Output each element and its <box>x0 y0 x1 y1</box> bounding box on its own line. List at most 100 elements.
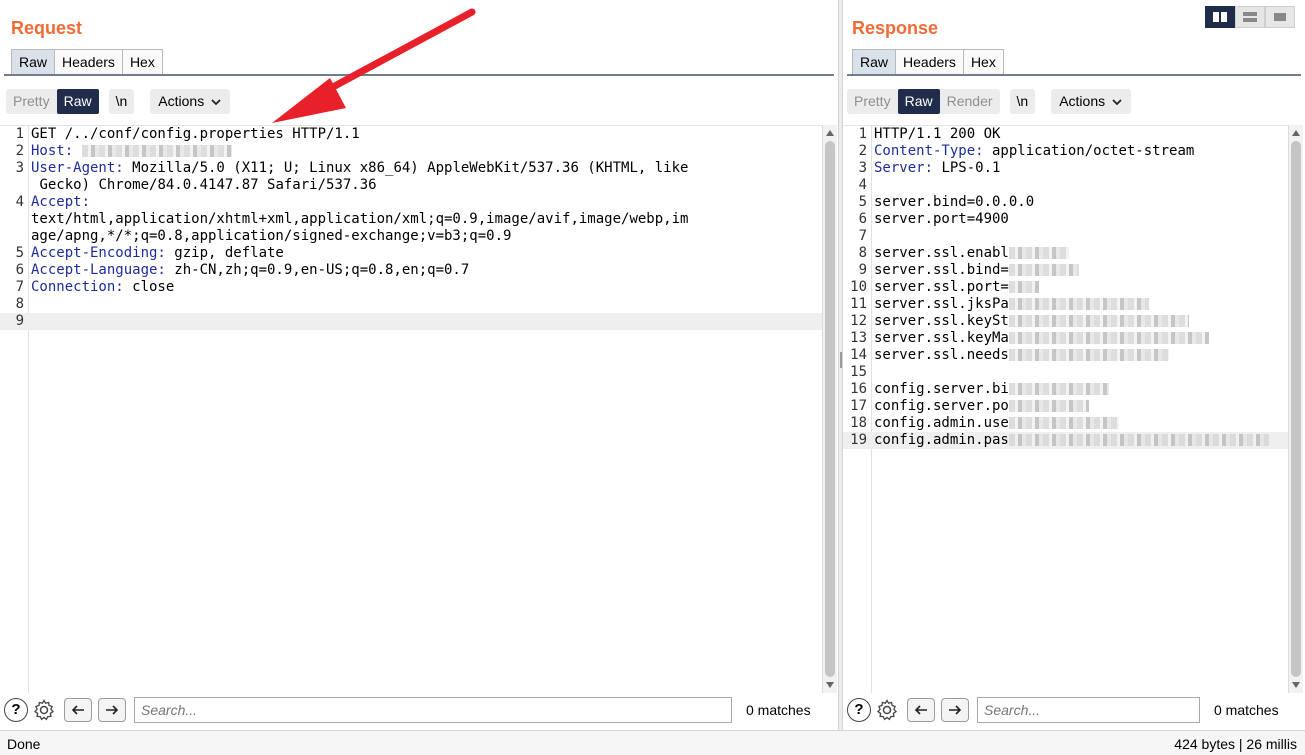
request-search-input[interactable] <box>134 697 732 723</box>
response-code-line: 6 server.port=4900 <box>843 211 1288 228</box>
arrow-right-icon <box>106 705 119 715</box>
response-tabs: Raw Headers Hex <box>852 49 1004 74</box>
redacted-value <box>1008 247 1069 259</box>
request-newline-toggle[interactable]: \n <box>108 89 135 114</box>
search-prev-button[interactable] <box>64 698 92 722</box>
search-next-button[interactable] <box>941 698 969 722</box>
request-tab-headers[interactable]: Headers <box>54 49 123 74</box>
gear-icon[interactable] <box>32 698 56 722</box>
code-text: server.ssl.jksPa <box>874 296 1009 312</box>
code-text: server.ssl.keyMa <box>874 330 1009 346</box>
response-size-time: 424 bytes | 26 millis <box>1174 736 1297 752</box>
response-view-raw[interactable]: Raw <box>897 89 940 114</box>
response-code-line: 15 <box>843 364 1288 381</box>
request-view-toggle: Pretty Raw <box>6 89 99 114</box>
code-text: config.server.po <box>874 398 1009 414</box>
line-number: 8 <box>858 245 867 261</box>
redacted-value <box>1008 400 1089 412</box>
request-code-line: 2 Host: <box>0 143 822 160</box>
header-name: Connection: <box>31 279 124 295</box>
layout-side-by-side-button[interactable] <box>1205 6 1235 28</box>
response-code-line: 5 server.bind=0.0.0.0 <box>843 194 1288 211</box>
scroll-up-icon[interactable] <box>1292 130 1300 136</box>
response-newline-toggle[interactable]: \n <box>1009 89 1036 114</box>
code-text: text/html,application/xhtml+xml,applicat… <box>31 211 689 244</box>
status-text: Done <box>7 736 41 752</box>
request-actions-button[interactable]: Actions <box>150 89 231 114</box>
response-tab-hex[interactable]: Hex <box>962 49 1004 74</box>
response-title: Response <box>852 18 939 38</box>
response-search-input[interactable] <box>977 697 1200 723</box>
redacted-value <box>1008 315 1189 327</box>
response-code-line: 4 <box>843 177 1288 194</box>
request-tab-raw[interactable]: Raw <box>11 49 56 74</box>
response-view-toggle: Pretty Raw Render <box>847 89 1000 114</box>
response-code-line: 19 config.admin.pas <box>843 432 1288 449</box>
request-view-pretty[interactable]: Pretty <box>6 89 57 114</box>
help-icon[interactable]: ? <box>4 698 28 722</box>
line-number: 15 <box>850 364 867 380</box>
line-number: 16 <box>850 381 867 397</box>
redacted-value <box>1008 298 1149 310</box>
response-view-pretty[interactable]: Pretty <box>847 89 898 114</box>
request-actions-label: Actions <box>158 93 205 109</box>
request-code-line: 5 Accept-Encoding: gzip, deflate <box>0 245 822 262</box>
response-tab-raw[interactable]: Raw <box>852 49 897 74</box>
line-number: 4 <box>858 177 867 193</box>
request-view-raw[interactable]: Raw <box>56 89 99 114</box>
response-code-line: 11 server.ssl.jksPa <box>843 296 1288 313</box>
scroll-down-icon[interactable] <box>1292 682 1300 688</box>
code-text: config.admin.use <box>874 415 1009 431</box>
response-view-render[interactable]: Render <box>940 89 1000 114</box>
request-tab-hex[interactable]: Hex <box>121 49 163 74</box>
search-prev-button[interactable] <box>907 698 935 722</box>
line-number: 2 <box>15 143 24 159</box>
request-title: Request <box>11 18 83 38</box>
response-code-line: 9 server.ssl.bind= <box>843 262 1288 279</box>
line-number: 3 <box>858 160 867 176</box>
response-scroll-thumb[interactable] <box>1291 141 1301 677</box>
layout-single-icon <box>1274 13 1286 21</box>
redacted-value <box>1008 349 1169 361</box>
request-pane: Request Raw Headers Hex Pretty Raw \n Ac… <box>0 0 838 730</box>
line-number: 1 <box>15 126 24 142</box>
line-number: 4 <box>15 194 24 210</box>
gear-icon[interactable] <box>875 698 899 722</box>
layout-toggle <box>1205 6 1295 28</box>
request-code-line: 8 <box>0 296 822 313</box>
tab-underline <box>4 74 834 76</box>
request-editor[interactable]: 1 GET /../conf/config.properties HTTP/1.1… <box>0 125 822 693</box>
line-number: 6 <box>858 211 867 227</box>
code-text: application/octet-stream <box>983 143 1195 159</box>
request-tabs: Raw Headers Hex <box>11 49 163 74</box>
help-icon[interactable]: ? <box>847 698 871 722</box>
code-text: server.ssl.keySt <box>874 313 1009 329</box>
search-next-button[interactable] <box>98 698 126 722</box>
code-text: zh-CN,zh;q=0.9,en-US;q=0.8,en;q=0.7 <box>165 262 470 278</box>
scroll-up-icon[interactable] <box>826 130 834 136</box>
layout-stacked-button[interactable] <box>1235 6 1265 28</box>
request-scrollbar[interactable] <box>822 125 837 693</box>
response-code-line: 7 <box>843 228 1288 245</box>
request-code-line: 6 Accept-Language: zh-CN,zh;q=0.9,en-US;q… <box>0 262 822 279</box>
splitter-grip-icon[interactable] <box>840 352 842 368</box>
line-number: 19 <box>850 432 867 448</box>
header-name: Host: <box>31 143 74 159</box>
request-code: 1 GET /../conf/config.properties HTTP/1.1… <box>0 126 822 330</box>
code-text: Mozilla/5.0 (X11; U; Linux x86_64) Apple… <box>39 160 689 193</box>
tab-underline <box>847 74 1301 76</box>
response-actions-button[interactable]: Actions <box>1051 89 1132 114</box>
code-text: server.ssl.bind= <box>874 262 1009 278</box>
response-editor[interactable]: 1 HTTP/1.1 200 OK 2 Content-Type: applicati… <box>843 125 1288 693</box>
response-scrollbar[interactable] <box>1288 125 1303 693</box>
line-number: 3 <box>15 160 24 176</box>
layout-single-button[interactable] <box>1265 6 1295 28</box>
redacted-value <box>1008 417 1119 429</box>
line-number: 1 <box>858 126 867 142</box>
response-tab-headers[interactable]: Headers <box>895 49 964 74</box>
request-scroll-thumb[interactable] <box>825 141 835 677</box>
scroll-down-icon[interactable] <box>826 682 834 688</box>
line-number: 17 <box>850 398 867 414</box>
layout-rows-icon <box>1243 12 1257 22</box>
code-text: server.ssl.enabl <box>874 245 1009 261</box>
